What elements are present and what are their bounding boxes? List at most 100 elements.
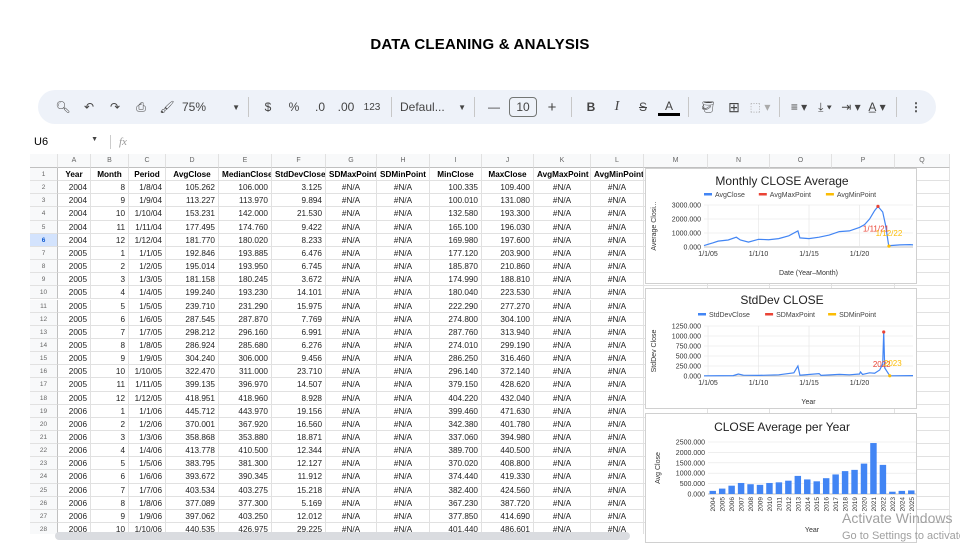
table-cell[interactable]: #N/A — [377, 391, 430, 405]
table-cell[interactable]: 1/8/05 — [129, 338, 166, 353]
table-cell[interactable]: 15.218 — [272, 483, 326, 497]
table-cell[interactable]: #N/A — [591, 207, 644, 221]
row-header-1[interactable]: 1 — [30, 168, 58, 182]
table-cell[interactable]: 1/5/05 — [129, 299, 166, 313]
table-cell[interactable]: #N/A — [534, 417, 591, 431]
table-cell[interactable]: 185.870 — [430, 260, 482, 274]
table-cell[interactable]: #N/A — [534, 246, 591, 261]
currency-button[interactable]: $ — [257, 95, 279, 119]
table-cell[interactable]: 210.860 — [482, 260, 534, 274]
table-cell[interactable]: 2005 — [58, 391, 91, 405]
table-cell[interactable]: #N/A — [326, 378, 377, 392]
table-cell[interactable]: 410.500 — [219, 444, 272, 458]
table-cell[interactable]: 19.156 — [272, 404, 326, 418]
table-cell[interactable]: #N/A — [591, 273, 644, 287]
table-cell[interactable]: #N/A — [534, 496, 591, 510]
table-cell[interactable]: 393.672 — [166, 470, 219, 484]
table-cell[interactable]: 153.231 — [166, 207, 219, 221]
table-cell[interactable]: 4 — [91, 444, 129, 458]
table-cell[interactable]: 322.470 — [166, 365, 219, 379]
table-cell[interactable]: #N/A — [534, 273, 591, 287]
table-cell[interactable]: #N/A — [377, 207, 430, 221]
table-cell[interactable]: 193.300 — [482, 207, 534, 221]
table-cell[interactable]: 399.135 — [166, 378, 219, 392]
table-cell[interactable]: #N/A — [591, 220, 644, 234]
table-cell[interactable]: 142.000 — [219, 207, 272, 221]
table-cell[interactable]: 188.810 — [482, 273, 534, 287]
table-cell[interactable]: #N/A — [326, 246, 377, 261]
table-cell[interactable]: #N/A — [377, 220, 430, 234]
fill-color-icon[interactable]: 🪣︎ — [697, 95, 719, 119]
name-box[interactable]: U6 ▼ — [30, 136, 102, 148]
table-cell[interactable]: 8.928 — [272, 391, 326, 405]
table-cell[interactable]: 389.700 — [430, 444, 482, 458]
table-cell[interactable]: #N/A — [377, 260, 430, 274]
undo-icon[interactable]: ↶ — [78, 95, 100, 119]
table-cell[interactable]: 397.062 — [166, 509, 219, 524]
table-cell[interactable]: 9.456 — [272, 352, 326, 366]
table-cell[interactable]: 106.000 — [219, 181, 272, 195]
table-cell[interactable]: 12.012 — [272, 509, 326, 524]
table-cell[interactable]: #N/A — [377, 417, 430, 431]
table-cell[interactable]: #N/A — [377, 365, 430, 379]
table-cell[interactable]: #N/A — [326, 233, 377, 247]
table-cell[interactable]: 370.020 — [430, 457, 482, 471]
table-cell[interactable]: 11.912 — [272, 470, 326, 484]
table-cell[interactable]: 1/8/06 — [129, 496, 166, 510]
table-cell[interactable]: 418.951 — [166, 391, 219, 405]
column-header-K[interactable]: K — [534, 154, 591, 168]
table-cell[interactable]: #N/A — [591, 233, 644, 247]
table-cell[interactable]: 7.769 — [272, 312, 326, 326]
table-cell[interactable]: 428.620 — [482, 378, 534, 392]
table-cell[interactable]: 277.270 — [482, 299, 534, 313]
table-cell[interactable]: #N/A — [591, 444, 644, 458]
table-cell[interactable]: 1/8/04 — [129, 181, 166, 195]
table-cell[interactable]: 298.212 — [166, 325, 219, 339]
table-cell[interactable]: 413.778 — [166, 444, 219, 458]
table-cell[interactable]: 370.001 — [166, 417, 219, 431]
table-cell[interactable]: 6.991 — [272, 325, 326, 339]
table-cell[interactable]: 5 — [91, 457, 129, 471]
table-cell[interactable]: #N/A — [326, 509, 377, 524]
row-header-28[interactable]: 28 — [30, 523, 58, 534]
table-cell[interactable]: 2004 — [58, 181, 91, 195]
row-header-18[interactable]: 18 — [30, 391, 58, 405]
table-cell[interactable]: #N/A — [534, 312, 591, 326]
table-cell[interactable]: #N/A — [591, 365, 644, 379]
table-cell[interactable]: 287.545 — [166, 312, 219, 326]
table-cell[interactable]: #N/A — [534, 220, 591, 234]
table-cell[interactable]: 1/4/06 — [129, 444, 166, 458]
table-cell[interactable]: 11 — [91, 220, 129, 234]
table-cell[interactable]: 2005 — [58, 273, 91, 287]
table-cell[interactable]: #N/A — [591, 299, 644, 313]
table-cell[interactable]: 23.710 — [272, 365, 326, 379]
table-cell[interactable]: 196.030 — [482, 220, 534, 234]
table-cell[interactable]: 418.960 — [219, 391, 272, 405]
table-cell[interactable]: 2005 — [58, 312, 91, 326]
table-cell[interactable]: 105.262 — [166, 181, 219, 195]
zoom-select[interactable]: 75% ▼ — [182, 95, 240, 119]
header-cell[interactable]: Month — [91, 168, 129, 182]
header-cell[interactable]: AvgClose — [166, 168, 219, 182]
row-header-11[interactable]: 11 — [30, 299, 58, 313]
table-cell[interactable]: 193.885 — [219, 246, 272, 261]
table-cell[interactable]: #N/A — [534, 260, 591, 274]
table-cell[interactable]: #N/A — [534, 457, 591, 471]
table-cell[interactable]: 358.868 — [166, 431, 219, 445]
table-cell[interactable]: 2006 — [58, 496, 91, 510]
row-header-12[interactable]: 12 — [30, 312, 58, 326]
table-cell[interactable]: 1 — [91, 404, 129, 418]
table-cell[interactable]: 367.230 — [430, 496, 482, 510]
table-cell[interactable]: 9 — [91, 194, 129, 208]
table-cell[interactable]: 6.745 — [272, 260, 326, 274]
table-cell[interactable]: 9.422 — [272, 220, 326, 234]
table-cell[interactable]: 6.276 — [272, 338, 326, 353]
table-cell[interactable]: 2004 — [58, 207, 91, 221]
table-cell[interactable]: #N/A — [377, 404, 430, 418]
table-cell[interactable]: 174.990 — [430, 273, 482, 287]
table-cell[interactable]: #N/A — [534, 378, 591, 392]
row-header-6[interactable]: 6 — [30, 233, 58, 247]
table-cell[interactable]: 1/11/04 — [129, 220, 166, 234]
table-cell[interactable]: #N/A — [591, 391, 644, 405]
column-header-N[interactable]: N — [708, 154, 770, 168]
